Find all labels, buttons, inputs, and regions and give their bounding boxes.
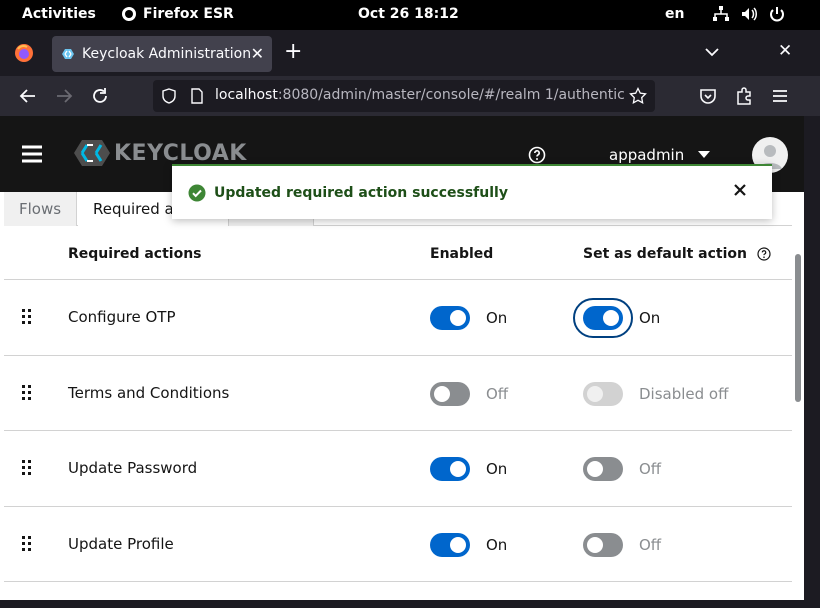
- extensions-puzzle-icon[interactable]: [734, 86, 754, 106]
- keycloak-logo-icon: [74, 140, 110, 166]
- success-alert: Updated required action successfully: [172, 164, 772, 219]
- browser-tab-active[interactable]: Keycloak Administration U ✕: [52, 36, 272, 72]
- scrollbar-thumb[interactable]: [795, 254, 801, 402]
- enabled-switch[interactable]: [430, 532, 470, 557]
- enabled-toggle[interactable]: Off: [430, 381, 509, 406]
- table-row: Configure OTP On On: [4, 280, 792, 356]
- drag-handle-icon[interactable]: [22, 384, 32, 401]
- help-icon[interactable]: [757, 247, 771, 261]
- column-header-default-action: Set as default action: [583, 246, 771, 262]
- table-row: Terms and Conditions Off Disabled off: [4, 356, 792, 431]
- firefox-app-icon: [122, 7, 136, 21]
- default-action-toggle[interactable]: Off: [583, 532, 662, 557]
- enabled-label: Off: [486, 384, 509, 403]
- bookmark-star-icon[interactable]: [629, 87, 647, 105]
- default-action-toggle[interactable]: On: [573, 298, 661, 338]
- shield-icon[interactable]: [161, 88, 177, 104]
- default-action-toggle: Disabled off: [583, 381, 729, 406]
- keycloak-favicon-icon: [62, 49, 74, 59]
- column-header-required-actions: Required actions: [68, 246, 202, 262]
- url-bar[interactable]: localhost:8080/admin/master/console/#/re…: [153, 80, 655, 112]
- close-icon[interactable]: [733, 183, 747, 197]
- logo-text: KEYCLOAK: [114, 140, 247, 166]
- url-text: localhost:8080/admin/master/console/#/re…: [215, 87, 625, 103]
- chevron-down-icon[interactable]: [703, 43, 721, 61]
- url-host: localhost: [215, 87, 278, 103]
- default-action-switch[interactable]: [583, 457, 623, 481]
- drag-handle-icon[interactable]: [22, 460, 32, 476]
- firefox-logo-icon[interactable]: [14, 43, 34, 63]
- browser-nav-toolbar: localhost:8080/admin/master/console/#/re…: [0, 76, 820, 116]
- browser-tab-bar: Keycloak Administration U ✕ + ✕: [0, 30, 820, 76]
- required-action-name: Terms and Conditions: [68, 383, 230, 402]
- table-row: Update Password On Off: [4, 431, 792, 507]
- enabled-toggle[interactable]: On: [430, 306, 507, 330]
- default-action-switch[interactable]: [583, 532, 623, 557]
- reload-icon[interactable]: [90, 86, 110, 106]
- page-info-icon[interactable]: [189, 88, 205, 104]
- pocket-icon[interactable]: [698, 86, 718, 106]
- new-tab-button[interactable]: +: [284, 41, 302, 63]
- default-action-label: Off: [639, 535, 662, 554]
- app-menu[interactable]: Firefox ESR: [121, 6, 234, 22]
- tab-title: Keycloak Administration U: [82, 46, 252, 62]
- default-action-switch[interactable]: [573, 298, 633, 338]
- drag-handle-icon[interactable]: [22, 309, 32, 325]
- user-dropdown[interactable]: appadmin: [609, 146, 711, 164]
- enabled-switch[interactable]: [430, 306, 470, 330]
- language-indicator[interactable]: en: [665, 6, 684, 22]
- required-action-name: Configure OTP: [68, 308, 176, 326]
- system-tray[interactable]: [712, 5, 786, 23]
- drag-handle-icon[interactable]: [22, 535, 32, 552]
- app-menu-hamburger-icon[interactable]: [770, 86, 790, 106]
- nav-toggle-hamburger-icon[interactable]: [21, 143, 43, 165]
- enabled-label: On: [486, 535, 508, 554]
- table-row: Update Profile On Off: [4, 507, 792, 582]
- default-action-label: Off: [639, 460, 662, 478]
- enabled-toggle[interactable]: On: [430, 457, 507, 481]
- default-action-label: On: [639, 309, 661, 327]
- url-path: :8080/admin/master/console/#/realm 1/aut…: [277, 87, 625, 103]
- column-header-enabled: Enabled: [430, 246, 494, 262]
- app-name: Firefox ESR: [143, 6, 234, 22]
- enabled-switch[interactable]: [430, 457, 470, 481]
- clock[interactable]: Oct 26 18:12: [358, 6, 459, 22]
- enabled-switch[interactable]: [430, 381, 470, 406]
- default-action-switch: [583, 381, 623, 406]
- caret-down-icon: [698, 151, 711, 158]
- tab-flows[interactable]: Flows: [4, 192, 78, 226]
- alert-message: Updated required action successfully: [214, 185, 508, 201]
- help-icon[interactable]: [528, 146, 546, 164]
- back-arrow-icon[interactable]: [18, 86, 38, 106]
- volume-icon: [742, 7, 757, 21]
- close-tab-icon[interactable]: ✕: [251, 44, 264, 63]
- default-action-toggle[interactable]: Off: [583, 457, 661, 481]
- column-header-default-label: Set as default action: [583, 246, 748, 262]
- activities-button[interactable]: Activities: [22, 6, 96, 22]
- required-action-name: Update Profile: [68, 534, 174, 553]
- default-action-label: Disabled off: [639, 384, 729, 403]
- network-icon: [713, 6, 729, 21]
- required-actions-table: Required actions Enabled Set as default …: [4, 226, 792, 582]
- power-icon: [770, 7, 784, 22]
- enabled-label: On: [486, 460, 508, 478]
- username: appadmin: [609, 146, 685, 164]
- system-top-bar: Activities Firefox ESR Oct 26 18:12 en: [0, 0, 820, 30]
- enabled-label: On: [486, 309, 508, 327]
- enabled-toggle[interactable]: On: [430, 532, 508, 557]
- required-action-name: Update Password: [68, 459, 198, 477]
- window-close-button[interactable]: ✕: [778, 41, 792, 61]
- table-header: Required actions Enabled Set as default …: [4, 226, 792, 280]
- window-bottom-edge: [0, 600, 820, 608]
- check-circle-icon: [188, 184, 206, 202]
- forward-arrow-icon[interactable]: [54, 86, 74, 106]
